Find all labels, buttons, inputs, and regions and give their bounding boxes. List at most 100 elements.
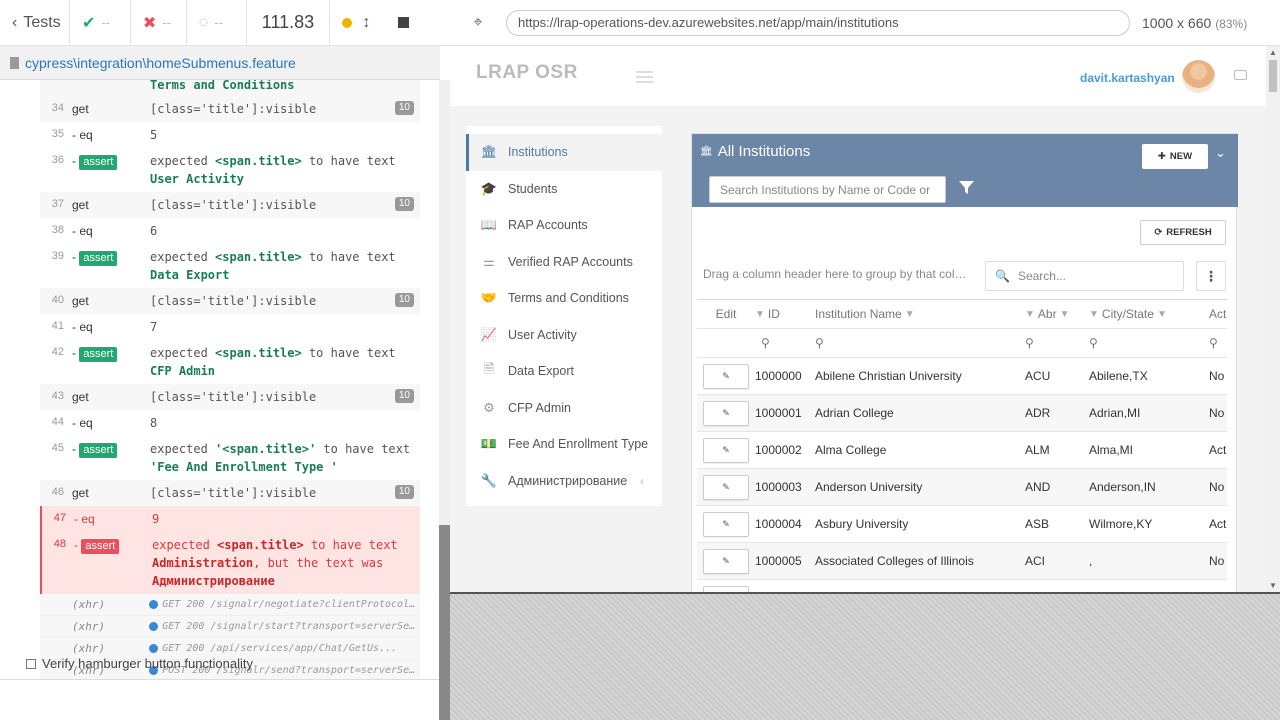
edit-button[interactable]: ✎ xyxy=(703,585,749,592)
sidebar-item[interactable]: 🗎 Data Export xyxy=(466,353,662,390)
edit-button[interactable]: ✎ xyxy=(703,474,749,500)
command-row[interactable]: 35 - eq 5 xyxy=(40,122,420,148)
sidebar-item[interactable]: ⚙ CFP Admin xyxy=(466,390,662,427)
xhr-row[interactable]: (xhr) GET 200 /signalr/negotiate?clientPr… xyxy=(40,594,420,616)
new-button[interactable]: ✚ NEW xyxy=(1142,144,1208,169)
scroll-up-icon[interactable]: ▲ xyxy=(1269,48,1277,57)
search-icon: ⚲ xyxy=(1025,336,1034,350)
table-row[interactable]: ✎ 1000001 Adrian College ADR Adrian,MI No xyxy=(697,395,1227,432)
selector-playground-icon[interactable]: ⌖ xyxy=(450,14,506,32)
grid-search-input[interactable]: 🔍 Search... xyxy=(985,261,1184,291)
edit-button[interactable]: ✎ xyxy=(703,400,749,426)
grid-options-menu-icon[interactable]: ⋮ xyxy=(1196,261,1226,291)
command-message: expected '<span.title>' to have text 'Fe… xyxy=(150,440,420,476)
filter-cell-name[interactable]: ⚲ xyxy=(815,329,1023,357)
chevron-left-icon[interactable]: ‹ xyxy=(640,474,644,488)
column-header-city[interactable]: ▼ City/State ▼ xyxy=(1089,300,1207,328)
hamburger-menu-icon[interactable] xyxy=(636,71,653,86)
command-row[interactable]: 36 - assert expected <span.title> to have … xyxy=(40,148,420,192)
institution-search-input[interactable]: Search Institutions by Name or Code or xyxy=(709,176,946,203)
command-row[interactable]: 43 get [class='title']:visible 10 xyxy=(40,384,420,410)
table-row[interactable]: ✎ 1000004 Asbury University ASB Wilmore,KY Ac… xyxy=(697,506,1227,543)
filter-icon[interactable]: ▼ xyxy=(1060,309,1070,320)
url-bar[interactable]: https://lrap-operations-dev.azurewebsite… xyxy=(506,9,1130,36)
xhr-row[interactable]: (xhr) GET 200 /signalr/start?transport=se… xyxy=(40,616,420,638)
command-row[interactable]: 39 - assert expected <span.title> to have … xyxy=(40,244,420,288)
column-header-id[interactable]: ▼ ID xyxy=(755,300,810,328)
refresh-button[interactable]: ⟳ REFRESH xyxy=(1140,220,1226,245)
table-row[interactable]: ✎ 1000005 Associated Colleges of Illinois A… xyxy=(697,543,1227,580)
filter-icon[interactable]: ▼ xyxy=(905,309,915,320)
command-message: 6 xyxy=(150,224,158,238)
sidebar-item[interactable]: 🔧 Администрирование ‹ xyxy=(466,463,662,500)
filter-icon[interactable]: ▼ xyxy=(1025,309,1035,320)
filter-cell-act[interactable]: ⚲ xyxy=(1209,329,1227,357)
command-row[interactable]: 41 - eq 7 xyxy=(40,314,420,340)
filter-cell-id[interactable]: ⚲ xyxy=(761,329,816,357)
edit-cell: ✎ xyxy=(697,506,755,542)
edit-button[interactable]: ✎ xyxy=(703,511,749,537)
filter-cell-abr[interactable]: ⚲ xyxy=(1025,329,1085,357)
table-row[interactable]: ✎ 1000002 Alma College ALM Alma,MI Act xyxy=(697,432,1227,469)
preview-scrollbar[interactable]: ▲ ▼ xyxy=(1266,46,1280,592)
chevron-down-icon[interactable]: ⌄ xyxy=(1215,145,1226,161)
table-row[interactable]: ✎ 1000006 Averett UniversityAVR Danville,VA… xyxy=(697,580,1227,592)
command-log: Terms and Conditions 34 get [class='title'… xyxy=(0,80,440,680)
search-icon: ⚲ xyxy=(1089,336,1098,350)
sidebar-item[interactable]: ⚌ Verified RAP Accounts xyxy=(466,244,662,281)
scrollbar-thumb[interactable] xyxy=(1269,60,1277,92)
command-row[interactable]: 34 get [class='title']:visible 10 xyxy=(40,96,420,122)
sidebar-item[interactable]: 📈 User Activity xyxy=(466,317,662,354)
edit-button[interactable]: ✎ xyxy=(703,548,749,574)
column-header-edit[interactable]: Edit xyxy=(697,300,755,328)
auto-scroll-toggle-icon[interactable]: ↕ xyxy=(362,14,370,32)
command-row[interactable]: 42 - assert expected <span.title> to have … xyxy=(40,340,420,384)
sidebar-item[interactable]: 📖 RAP Accounts xyxy=(466,207,662,244)
user-name-link[interactable]: davit.kartashyan xyxy=(1080,71,1175,85)
test-verify-hamburger[interactable]: Verify hamburger button functionality xyxy=(26,656,253,671)
filter-icon[interactable]: ▼ xyxy=(1157,309,1167,320)
column-header-act[interactable]: Act xyxy=(1209,300,1227,328)
table-row[interactable]: ✎ 1000000 Abilene Christian University ACU A… xyxy=(697,358,1227,395)
command-row[interactable]: 46 get [class='title']:visible 10 xyxy=(40,480,420,506)
filter-icon[interactable]: ▼ xyxy=(755,309,765,320)
filter-icon[interactable]: ▼ xyxy=(1089,309,1099,320)
scroll-down-icon[interactable]: ▼ xyxy=(1269,581,1277,590)
message-text: expected xyxy=(150,250,216,264)
avatar[interactable] xyxy=(1182,60,1215,93)
column-header-abr[interactable]: ▼ Abr ▼ xyxy=(1025,300,1085,328)
command-name: - assert xyxy=(72,344,150,380)
edit-button[interactable]: ✎ xyxy=(703,437,749,463)
scrollbar-thumb[interactable] xyxy=(439,525,450,720)
sidebar-item[interactable]: 🎓 Students xyxy=(466,171,662,208)
command-row[interactable]: 45 - assert expected '<span.title>' to hav… xyxy=(40,436,420,480)
stop-button[interactable] xyxy=(398,17,410,28)
sidebar-item[interactable]: 💵 Fee And Enrollment Type xyxy=(466,426,662,463)
cell-city-state: Danville,VA xyxy=(1089,580,1207,592)
panel-scrollbar[interactable] xyxy=(439,80,450,720)
edit-button[interactable]: ✎ xyxy=(703,363,749,389)
command-row[interactable]: 48 - assert expected <span.title> to have … xyxy=(40,532,420,594)
command-number: 47 xyxy=(53,512,66,524)
sidebar-item[interactable]: 🤝 Terms and Conditions xyxy=(466,280,662,317)
command-row[interactable]: 47 - eq 9 xyxy=(40,506,420,532)
command-row[interactable]: 37 get [class='title']:visible 10 xyxy=(40,192,420,218)
command-row[interactable]: 38 - eq 6 xyxy=(40,218,420,244)
spec-file-link[interactable]: cypress\integration\homeSubmenus.feature xyxy=(25,55,296,71)
filter-icon[interactable] xyxy=(959,180,974,198)
command-row-prev: Terms and Conditions xyxy=(40,80,420,96)
column-header-name[interactable]: Institution Name ▼ xyxy=(815,300,1023,328)
app-preview-frame: LRAP OSR davit.kartashyan 🏛 Institutions 🎓… xyxy=(450,46,1280,594)
duration-display: 111.83 xyxy=(247,0,331,46)
back-to-tests-button[interactable]: ‹ Tests xyxy=(0,0,70,46)
command-number: 35 xyxy=(51,128,64,140)
command-row[interactable]: 44 - eq 8 xyxy=(40,410,420,436)
command-row[interactable]: 40 get [class='title']:visible 10 xyxy=(40,288,420,314)
sidebar-item-label: Institutions xyxy=(508,145,568,160)
money-icon: 💵 xyxy=(480,436,498,452)
chat-icon[interactable] xyxy=(1234,70,1247,80)
filter-cell-city[interactable]: ⚲ xyxy=(1089,329,1207,357)
table-row[interactable]: ✎ 1000003 Anderson University AND Anderson,I… xyxy=(697,469,1227,506)
command-message: expected <span.title> to have text Admin… xyxy=(152,536,420,590)
sidebar-item[interactable]: 🏛 Institutions xyxy=(466,134,662,171)
